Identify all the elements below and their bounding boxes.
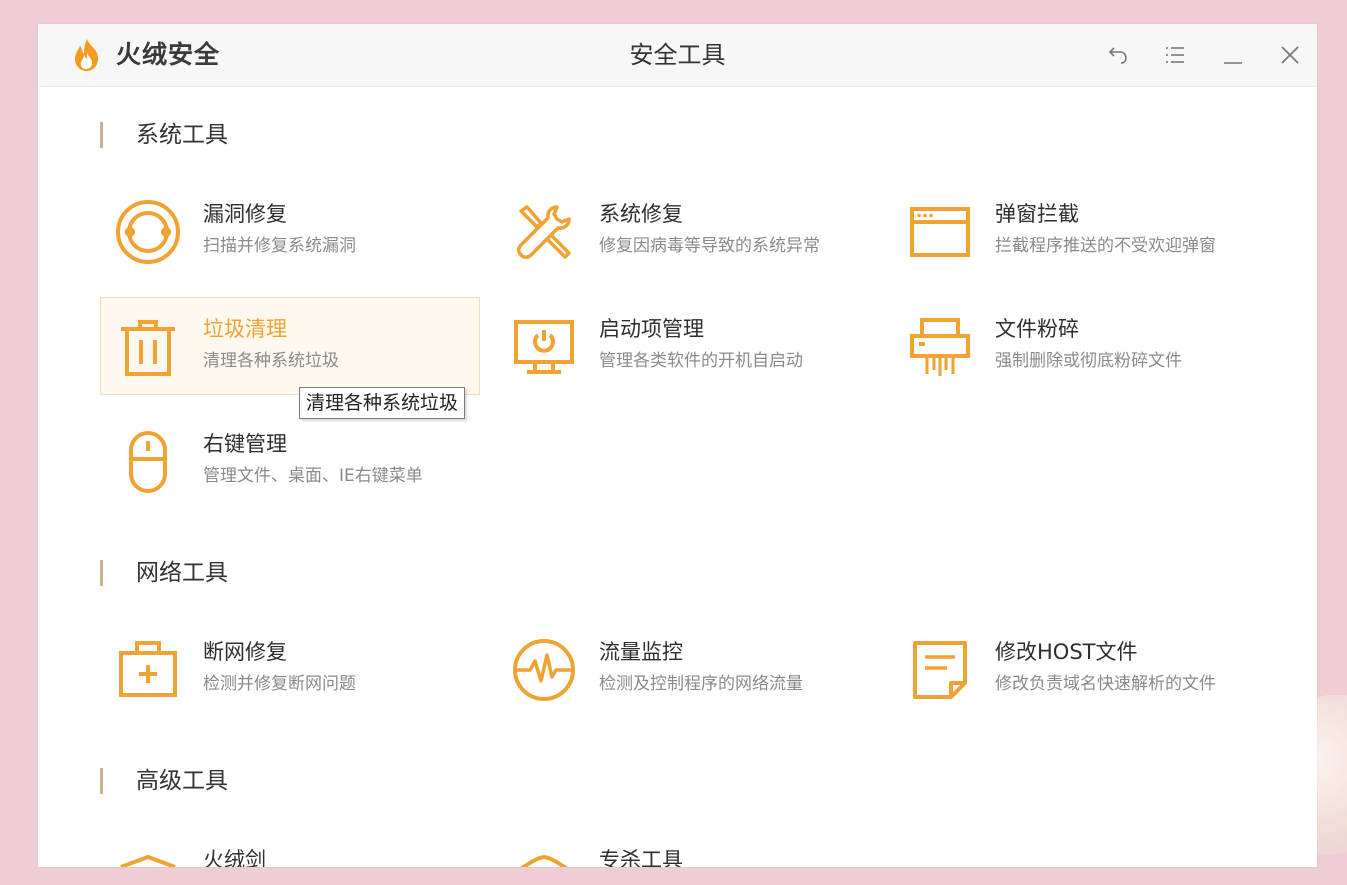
tool-edit-host-file[interactable]: 修改HOST文件 修改负责域名快速解析的文件: [892, 620, 1272, 718]
tool-description: 扫描并修复系统漏洞: [203, 236, 356, 256]
monitor-power-icon: [511, 314, 577, 380]
tool-name: 文件粉碎: [995, 317, 1079, 341]
tool-system-repair[interactable]: 系统修复 修复因病毒等导致的系统异常: [496, 182, 876, 280]
tool-description: 检测并修复断网问题: [203, 674, 356, 694]
back-button[interactable]: [1105, 42, 1131, 68]
mouse-icon: [115, 429, 181, 495]
tool-name: 专杀工具: [599, 848, 683, 867]
tool-description: 修复因病毒等导致的系统异常: [599, 236, 820, 256]
tool-name: 弹窗拦截: [995, 202, 1079, 226]
minimize-icon: [1224, 62, 1242, 64]
menu-button[interactable]: [1162, 42, 1188, 68]
tool-name: 火绒剑: [203, 848, 266, 867]
titlebar: 火绒安全 安全工具: [38, 24, 1317, 87]
shield-icon: [511, 845, 577, 867]
tool-startup-manager[interactable]: 启动项管理 管理各类软件的开机自启动: [496, 297, 876, 395]
tool-description: 拦截程序推送的不受欢迎弹窗: [995, 236, 1216, 256]
app-window: 火绒安全 安全工具 系统工具 漏洞修复 扫描并修复系统漏洞 系统修复 修复因病毒…: [38, 24, 1317, 867]
shield-icon: [115, 845, 181, 867]
tool-name: 启动项管理: [599, 317, 704, 341]
tool-name: 漏洞修复: [203, 202, 287, 226]
tool-name: 修改HOST文件: [995, 640, 1138, 664]
popup-window-icon: [907, 199, 973, 265]
tool-file-shredder[interactable]: 文件粉碎 强制删除或彻底粉碎文件: [892, 297, 1272, 395]
tool-special-killer[interactable]: 专杀工具: [496, 828, 876, 867]
tool-name: 垃圾清理: [203, 317, 287, 341]
tool-name: 流量监控: [599, 640, 683, 664]
section-title-advanced: 高级工具: [100, 766, 228, 796]
tool-name: 右键管理: [203, 432, 287, 456]
tool-junk-cleanup[interactable]: 垃圾清理 清理各种系统垃圾: [100, 297, 480, 395]
trash-can-icon: [115, 314, 181, 380]
tool-description: 强制删除或彻底粉碎文件: [995, 351, 1182, 371]
tool-description: 管理各类软件的开机自启动: [599, 351, 803, 371]
pulse-monitor-icon: [511, 637, 577, 703]
section-title-network: 网络工具: [100, 558, 228, 588]
tool-name: 断网修复: [203, 640, 287, 664]
vulnerability-repair-icon: [115, 199, 181, 265]
tool-huorong-sword[interactable]: 火绒剑: [100, 828, 480, 867]
tool-description: 清理各种系统垃圾: [203, 351, 339, 371]
tool-description: 管理文件、桌面、IE右键菜单: [203, 466, 423, 486]
wrench-screwdriver-icon: [511, 199, 577, 265]
tool-context-menu-manager[interactable]: 右键管理 管理文件、桌面、IE右键菜单: [100, 412, 480, 510]
section-title-system: 系统工具: [100, 120, 228, 150]
tool-description: 检测及控制程序的网络流量: [599, 674, 803, 694]
back-icon: [1108, 47, 1127, 64]
close-icon: [1281, 46, 1299, 64]
tool-popup-block[interactable]: 弹窗拦截 拦截程序推送的不受欢迎弹窗: [892, 182, 1272, 280]
host-file-icon: [907, 637, 973, 703]
first-aid-kit-icon: [115, 637, 181, 703]
tool-description: 修改负责域名快速解析的文件: [995, 674, 1216, 694]
tooltip: 清理各种系统垃圾: [299, 387, 466, 419]
tool-name: 系统修复: [599, 202, 683, 226]
close-button[interactable]: [1277, 42, 1303, 68]
tool-vulnerability-repair[interactable]: 漏洞修复 扫描并修复系统漏洞: [100, 182, 480, 280]
tool-traffic-monitor[interactable]: 流量监控 检测及控制程序的网络流量: [496, 620, 876, 718]
minimize-button[interactable]: [1220, 42, 1246, 68]
tool-network-repair[interactable]: 断网修复 检测并修复断网问题: [100, 620, 480, 718]
menu-icon: [1166, 47, 1184, 63]
shredder-icon: [907, 314, 973, 380]
